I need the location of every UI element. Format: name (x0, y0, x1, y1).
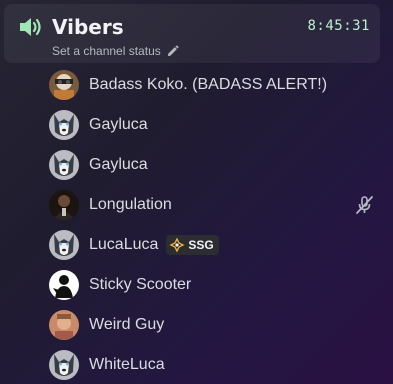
badge-label: SSG (188, 238, 214, 252)
deafened-mic-off-icon (356, 196, 373, 214)
member-name: Weird Guy (89, 316, 165, 333)
voice-member[interactable]: WhiteLuca (44, 348, 374, 382)
member-name: Sticky Scooter (89, 276, 192, 293)
member-name: LucaLuca (89, 236, 159, 253)
avatar (49, 350, 79, 380)
set-channel-status-button[interactable]: Set a channel status (52, 44, 179, 58)
voice-member[interactable]: Longulation (44, 188, 374, 222)
member-name: Gayluca (89, 156, 148, 173)
channel-name: Vibers (52, 15, 124, 39)
channel-status-text: Set a channel status (52, 44, 161, 58)
member-name: Gayluca (89, 116, 148, 133)
channel-timer: 8:45:31 (307, 18, 370, 34)
voice-member[interactable]: Weird Guy (44, 308, 374, 342)
voice-channel-header[interactable]: Vibers 8:45:31 Set a channel status (4, 4, 380, 63)
voice-member[interactable]: Gayluca (44, 108, 374, 142)
server-tag-badge[interactable]: SSG (166, 235, 219, 255)
avatar (49, 110, 79, 140)
voice-member[interactable]: Badass Koko. (BADASS ALERT!) (44, 68, 374, 102)
voice-member[interactable]: LucaLuca SSG (44, 228, 374, 262)
member-name: Badass Koko. (BADASS ALERT!) (89, 76, 328, 93)
member-name: Longulation (89, 196, 172, 213)
avatar (49, 230, 79, 260)
voice-member[interactable]: Sticky Scooter (44, 268, 374, 302)
speaker-icon (20, 18, 41, 36)
pencil-icon (167, 44, 179, 56)
avatar (49, 70, 79, 100)
voice-member[interactable]: Gayluca (44, 148, 374, 182)
avatar (49, 270, 79, 300)
avatar (49, 310, 79, 340)
avatar (49, 150, 79, 180)
member-name: WhiteLuca (89, 356, 165, 373)
avatar (49, 190, 79, 220)
diamond-logo-icon (169, 237, 185, 253)
